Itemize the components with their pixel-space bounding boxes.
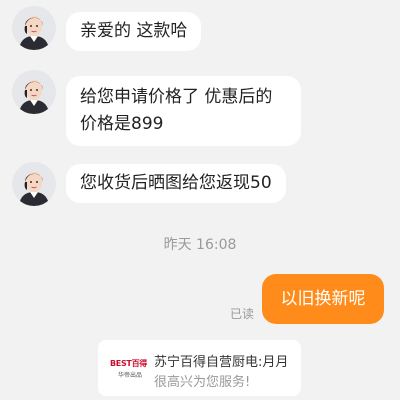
- agent-avatar[interactable]: [12, 162, 56, 206]
- shop-info-card[interactable]: BEST百得 华帝出品 苏宁百得自营厨电:月月 很高兴为您服务!: [98, 340, 301, 396]
- agent-avatar-icon: [12, 70, 56, 114]
- message-text: 亲爱的 这款哈: [80, 21, 188, 41]
- agent-avatar-icon: [12, 162, 56, 206]
- shop-name: 苏宁百得自营厨电:月月: [154, 355, 289, 370]
- agent-avatar-icon: [12, 6, 56, 50]
- read-status: 已读: [230, 307, 255, 321]
- message-timestamp: 昨天 16:08: [163, 237, 237, 253]
- message-bubble[interactable]: 亲爱的 这款哈: [66, 12, 202, 51]
- agent-avatar[interactable]: [12, 70, 56, 114]
- shop-greeting: 很高兴为您服务!: [154, 375, 251, 390]
- message-text: 给您申请价格了 优惠后的价格是899: [80, 87, 273, 134]
- shop-logo-subtext: 华帝出品: [117, 372, 142, 379]
- message-text: 您收货后晒图给您返现50: [80, 173, 272, 193]
- shop-logo-text: BEST百得: [110, 359, 147, 368]
- agent-avatar[interactable]: [12, 6, 56, 50]
- message-bubble[interactable]: 给您申请价格了 优惠后的价格是899: [66, 76, 301, 146]
- message-bubble[interactable]: 您收货后晒图给您返现50: [66, 164, 286, 203]
- shop-logo: BEST百得 华帝出品: [110, 358, 150, 379]
- outgoing-message-bubble[interactable]: 以旧换新呢: [262, 274, 384, 324]
- outgoing-message-text: 以旧换新呢: [280, 289, 366, 309]
